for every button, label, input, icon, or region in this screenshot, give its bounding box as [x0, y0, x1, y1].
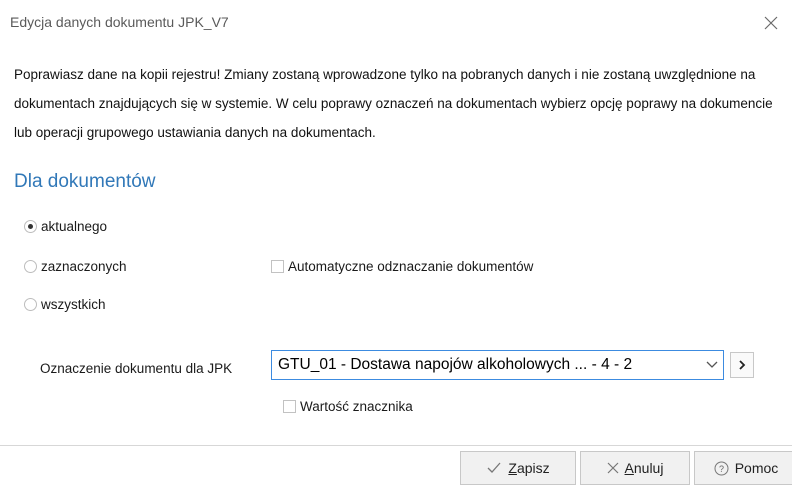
radio-aktualnego[interactable]: aktualnego — [24, 219, 107, 234]
help-button[interactable]: ? Pomoc — [694, 451, 792, 485]
warning-message: Poprawiasz dane na kopii rejestru! Zmian… — [14, 67, 773, 140]
footer-separator — [0, 445, 792, 446]
radio-label: wszystkich — [41, 297, 106, 312]
radio-button[interactable] — [24, 260, 37, 273]
save-label: Zapisz — [508, 460, 550, 476]
save-button[interactable]: Zapisz — [460, 451, 576, 485]
marker-value-checkbox[interactable]: Wartość znacznika — [283, 399, 413, 414]
next-button[interactable] — [730, 352, 754, 378]
close-icon — [607, 462, 618, 474]
radio-wszystkich[interactable]: wszystkich — [24, 297, 106, 312]
radio-label: aktualnego — [41, 219, 108, 234]
checkbox-box[interactable] — [271, 260, 284, 273]
close-icon — [764, 16, 778, 30]
radio-button[interactable] — [24, 298, 37, 311]
radio-button[interactable] — [24, 220, 37, 233]
checkbox-label: Wartość znacznika — [300, 399, 413, 414]
help-label: Pomoc — [734, 460, 779, 476]
cancel-label: Anuluj — [624, 460, 664, 476]
chevron-down-icon[interactable] — [701, 351, 723, 379]
dialog-title: Edycja danych dokumentu JPK_V7 — [10, 14, 229, 30]
select-value: GTU_01 - Dostawa napojów alkoholowych ..… — [278, 356, 633, 373]
checkmark-icon — [487, 462, 501, 473]
checkbox-label: Automatyczne odznaczanie dokumentów — [288, 259, 534, 274]
auto-unmark-checkbox[interactable]: Automatyczne odznaczanie dokumentów — [271, 259, 533, 274]
chevron-right-icon — [739, 360, 746, 370]
jpk-marker-select[interactable]: GTU_01 - Dostawa napojów alkoholowych ..… — [271, 350, 724, 380]
checkbox-box[interactable] — [283, 400, 296, 413]
radio-label: zaznaczonych — [41, 259, 127, 274]
section-title: Dla dokumentów — [14, 171, 156, 192]
jpk-marker-label: Oznaczenie dokumentu dla JPK — [40, 361, 233, 376]
svg-text:?: ? — [719, 464, 724, 474]
help-icon: ? — [714, 461, 729, 475]
radio-zaznaczonych[interactable]: zaznaczonych — [24, 259, 127, 274]
close-button[interactable] — [760, 12, 782, 34]
cancel-button[interactable]: Anuluj — [580, 451, 690, 485]
